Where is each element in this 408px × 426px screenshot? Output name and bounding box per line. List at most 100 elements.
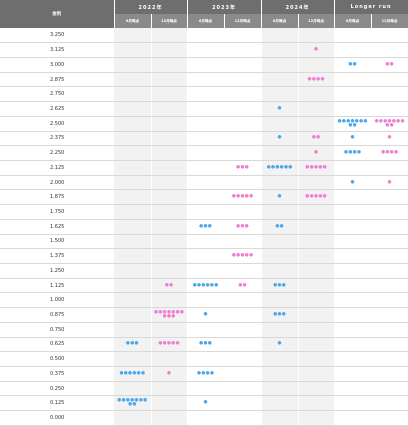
- dot-cell: ●●●: [224, 160, 262, 176]
- dot-cell: [224, 381, 262, 397]
- dot-cell: [334, 234, 372, 250]
- dot-cell: [187, 28, 225, 44]
- dot-cell: [261, 322, 299, 338]
- december-projection-dots: ●●●●●●● ●●: [374, 118, 405, 128]
- dot-cell: [224, 28, 262, 44]
- rate-row: 2.500 ●●●●●●● ●● ●●●●●●● ●●: [0, 116, 408, 132]
- rate-label: 2.500: [0, 116, 114, 132]
- dot-cell: [334, 381, 372, 397]
- rate-label: 0.875: [0, 307, 114, 323]
- dot-cell: [371, 263, 408, 279]
- dot-cell: [371, 101, 408, 117]
- dot-cell: [261, 86, 299, 103]
- dot-cell: [114, 292, 152, 309]
- dot-cell: [298, 86, 335, 103]
- rate-label: 0.375: [0, 366, 114, 382]
- dot-cell: [334, 322, 372, 338]
- rate-label: 1.500: [0, 234, 114, 250]
- dot-cell: [114, 189, 152, 206]
- dot-cell: ●: [261, 189, 299, 206]
- dot-cell: [224, 72, 262, 88]
- dot-cell: [298, 337, 335, 353]
- dot-cell: [371, 278, 408, 294]
- december-projection-dots: ●●●●●: [231, 194, 254, 200]
- dot-cell: [298, 204, 335, 220]
- dot-cell: ●: [334, 175, 372, 191]
- dot-cell: [224, 42, 262, 58]
- rate-row: 2.125 ●●● ●●●●●● ●●●●●: [0, 160, 408, 176]
- dot-cell: [334, 28, 372, 44]
- dot-cell: [371, 28, 408, 44]
- rate-row: 3.000 ●● ●●: [0, 57, 408, 73]
- dot-cell: [298, 307, 335, 323]
- june-projection-dots: ●●: [275, 223, 284, 229]
- dot-cell: [298, 278, 335, 294]
- dot-cell: [224, 351, 262, 368]
- dot-cell: [187, 322, 225, 338]
- dot-cell: [224, 322, 262, 338]
- dot-cell: [334, 42, 372, 58]
- plot-body: 3.250 3.125 ● 3.000 ●● ●● 2.875 ●●●● 2.750 2.625 ●…: [0, 28, 408, 426]
- dot-cell: [371, 248, 408, 264]
- december-projection-dots: ●●●: [236, 223, 249, 229]
- rate-column-header: 金利: [0, 0, 115, 28]
- dot-cell: [334, 189, 372, 206]
- dot-cell: [187, 410, 225, 426]
- dot-cell: [187, 101, 225, 117]
- dot-cell: [151, 322, 188, 338]
- dot-cell: [187, 86, 225, 103]
- year-header-2023: 2023年: [187, 0, 262, 14]
- dot-cell: [151, 234, 188, 250]
- dot-plot-table: 金利 2022年 2023年 2024年 Longer run 6月時点 12月…: [0, 0, 408, 426]
- dot-cell: [298, 234, 335, 250]
- dot-cell: [114, 351, 152, 368]
- dot-cell: ●: [298, 145, 335, 161]
- rate-row: 0.000: [0, 410, 408, 426]
- dot-cell: [224, 292, 262, 309]
- dot-cell: [114, 248, 152, 264]
- dot-cell: [151, 263, 188, 279]
- rate-row: 1.500: [0, 234, 408, 250]
- dot-cell: ●●: [261, 219, 299, 235]
- dot-cell: [114, 160, 152, 176]
- dot-cell: [187, 42, 225, 58]
- dot-cell: [187, 189, 225, 206]
- year-header-2022: 2022年: [114, 0, 188, 14]
- dot-cell: ●: [151, 366, 188, 382]
- dot-cell: [114, 381, 152, 397]
- dot-cell: [187, 116, 225, 132]
- dot-cell: [224, 204, 262, 220]
- year-header-longer-run: Longer run: [334, 0, 408, 14]
- dot-cell: [224, 57, 262, 73]
- rate-row: 1.875 ●●●●● ● ●●●●●: [0, 189, 408, 206]
- dot-cell: [114, 204, 152, 220]
- dot-cell: [224, 116, 262, 132]
- rate-label: 1.750: [0, 204, 114, 220]
- rate-row: 1.250: [0, 263, 408, 279]
- dot-cell: [187, 160, 225, 176]
- dot-cell: [261, 410, 299, 426]
- dot-cell: [298, 28, 335, 44]
- subheader-2023-december: 12月時点: [224, 14, 262, 28]
- dot-cell: [151, 160, 188, 176]
- dot-cell: [224, 337, 262, 353]
- dot-cell: [334, 307, 372, 323]
- dot-cell: [371, 351, 408, 368]
- dot-cell: [261, 204, 299, 220]
- dot-cell: ●●●●●●● ●●●: [151, 307, 188, 323]
- dot-cell: [261, 28, 299, 44]
- dot-cell: [114, 307, 152, 323]
- dot-cell: ●●●●●●● ●●: [334, 116, 372, 132]
- rate-label: 2.250: [0, 145, 114, 161]
- subheader-2024-december: 12月時点: [298, 14, 335, 28]
- june-projection-dots: ●●●: [199, 223, 212, 229]
- dot-cell: ●●●●: [187, 366, 225, 382]
- june-projection-dots: ●: [277, 194, 282, 200]
- rate-row: 0.125 ●●●●●●● ●● ●: [0, 395, 408, 412]
- dot-cell: [334, 204, 372, 220]
- rate-row: 1.375 ●●●●●: [0, 248, 408, 264]
- dot-cell: [224, 307, 262, 323]
- rate-label: 0.750: [0, 322, 114, 338]
- rate-label: 0.500: [0, 351, 114, 368]
- dot-cell: [224, 366, 262, 382]
